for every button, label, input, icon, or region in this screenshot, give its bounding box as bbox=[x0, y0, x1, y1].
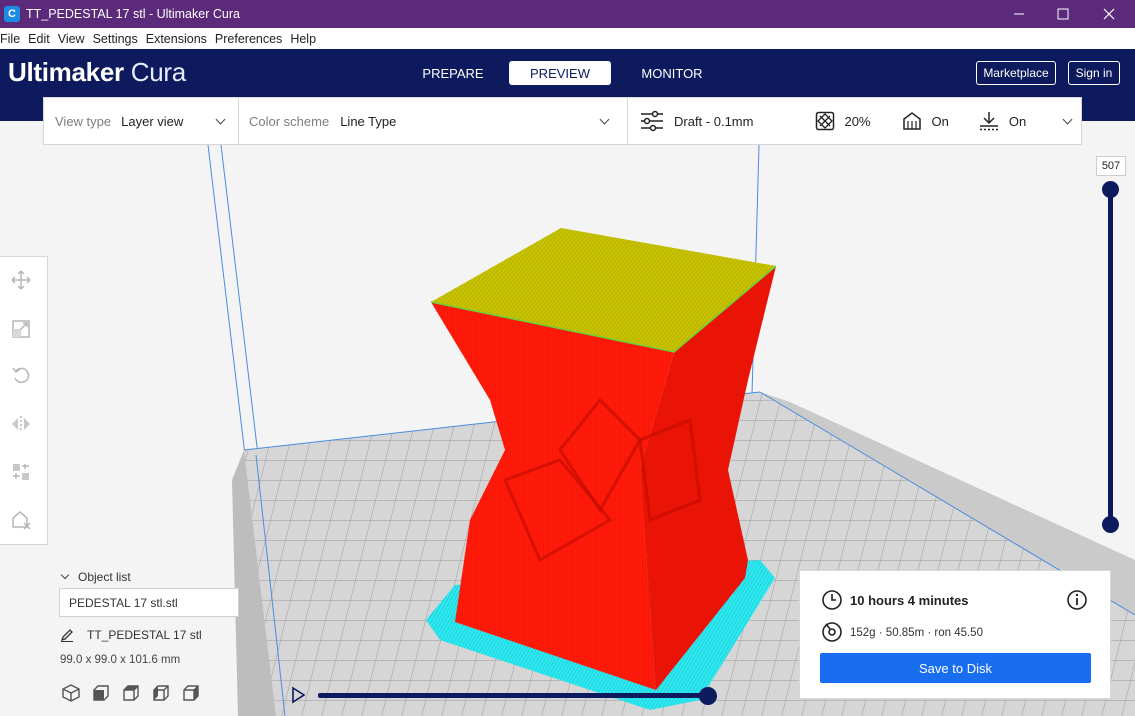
tab-preview[interactable]: PREVIEW bbox=[509, 61, 611, 85]
object-name: TT_PEDESTAL 17 stl bbox=[87, 628, 202, 642]
view-3d-button[interactable] bbox=[60, 682, 82, 704]
menu-view[interactable]: View bbox=[54, 32, 89, 46]
chevron-down-icon bbox=[599, 114, 610, 124]
object-dimensions: 99.0 x 99.0 x 101.6 mm bbox=[60, 654, 181, 666]
tab-monitor[interactable]: MONITOR bbox=[628, 61, 716, 85]
view-left-button[interactable] bbox=[150, 682, 172, 704]
print-information-panel: 10 hours 4 minutes 152g · 50.85m · ron 4… bbox=[799, 570, 1111, 699]
move-tool-button[interactable] bbox=[10, 269, 32, 291]
profile-value: Draft - 0.1mm bbox=[674, 113, 754, 129]
save-to-disk-button[interactable]: Save to Disk bbox=[820, 653, 1091, 683]
support-icon bbox=[902, 112, 921, 130]
object-list-toggle[interactable]: Object list bbox=[60, 570, 131, 584]
clock-icon bbox=[822, 590, 842, 610]
view-3d-icon bbox=[62, 684, 80, 702]
menu-bar: File Edit View Settings Extensions Prefe… bbox=[0, 28, 1135, 49]
menu-file[interactable]: File bbox=[0, 32, 24, 46]
rotate-tool-button[interactable] bbox=[10, 364, 32, 386]
color-scheme-label: Color scheme bbox=[249, 113, 330, 129]
adhesion-value: On bbox=[1008, 113, 1027, 129]
window-title: TT_PEDESTAL 17 stl - Ultimaker Cura bbox=[26, 7, 240, 21]
rotate-icon bbox=[12, 367, 30, 384]
infill-icon bbox=[816, 111, 835, 131]
tool-panel bbox=[0, 256, 48, 545]
current-layer-label: 507 bbox=[1096, 156, 1126, 176]
tab-prepare[interactable]: PREPARE bbox=[409, 61, 497, 85]
camera-view-buttons bbox=[60, 682, 202, 704]
menu-extensions[interactable]: Extensions bbox=[142, 32, 211, 46]
layer-slider-track[interactable] bbox=[1108, 190, 1113, 524]
color-scheme-value: Line Type bbox=[340, 113, 397, 129]
view-front-button[interactable] bbox=[90, 682, 112, 704]
chevron-down-icon bbox=[60, 570, 70, 580]
object-list-item[interactable]: PEDESTAL 17 stl.stl bbox=[59, 588, 239, 617]
settings-sliders-icon bbox=[641, 110, 663, 132]
minimize-button[interactable] bbox=[996, 0, 1042, 28]
minimize-icon bbox=[1014, 13, 1024, 15]
scale-icon bbox=[12, 320, 30, 338]
menu-preferences[interactable]: Preferences bbox=[211, 32, 286, 46]
view-right-button[interactable] bbox=[180, 682, 202, 704]
support-value: On bbox=[931, 113, 949, 129]
mirror-icon bbox=[12, 416, 30, 432]
print-time: 10 hours 4 minutes bbox=[850, 593, 969, 608]
preview-toolbar: View type Layer view Color scheme Line T… bbox=[43, 97, 1082, 145]
title-bar: C TT_PEDESTAL 17 stl - Ultimaker Cura bbox=[0, 0, 1135, 28]
menu-help[interactable]: Help bbox=[286, 32, 320, 46]
view-top-button[interactable] bbox=[120, 682, 142, 704]
mirror-tool-button[interactable] bbox=[10, 413, 32, 435]
menu-edit[interactable]: Edit bbox=[24, 32, 54, 46]
play-icon bbox=[292, 686, 306, 704]
menu-settings[interactable]: Settings bbox=[89, 32, 142, 46]
chevron-down-icon bbox=[1062, 114, 1073, 124]
material-usage: 152g · 50.85m · ron 45.50 bbox=[850, 627, 983, 639]
object-name-row[interactable]: TT_PEDESTAL 17 stl bbox=[60, 628, 202, 642]
sign-in-button[interactable]: Sign in bbox=[1068, 61, 1120, 85]
layer-slider-upper-handle[interactable] bbox=[1102, 181, 1119, 198]
play-simulation-button[interactable] bbox=[289, 686, 307, 704]
color-scheme-dropdown[interactable]: Color scheme Line Type bbox=[249, 98, 610, 144]
maximize-icon bbox=[1057, 8, 1069, 20]
close-icon bbox=[1103, 8, 1115, 20]
move-icon bbox=[11, 270, 31, 290]
view-top-icon bbox=[123, 685, 139, 701]
adhesion-icon bbox=[979, 112, 998, 131]
object-list-title: Object list bbox=[78, 570, 131, 584]
ultimaker-cura-logo: Ultimaker Cura bbox=[8, 57, 186, 87]
info-icon[interactable] bbox=[1066, 589, 1088, 611]
simulation-slider-track[interactable] bbox=[318, 693, 708, 698]
view-type-value: Layer view bbox=[121, 113, 184, 129]
view-type-label: View type bbox=[55, 113, 112, 129]
cura-app-icon: C bbox=[4, 6, 20, 22]
view-right-icon bbox=[183, 685, 199, 701]
maximize-button[interactable] bbox=[1040, 0, 1086, 28]
close-button[interactable] bbox=[1086, 0, 1132, 28]
marketplace-button[interactable]: Marketplace bbox=[976, 61, 1056, 85]
support-blocker-icon bbox=[12, 511, 31, 530]
layer-slider-lower-handle[interactable] bbox=[1102, 516, 1119, 533]
support-blocker-button[interactable] bbox=[10, 509, 32, 531]
filament-spool-icon bbox=[822, 622, 842, 642]
per-model-settings-icon bbox=[13, 464, 29, 480]
chevron-down-icon bbox=[215, 114, 226, 124]
infill-value: 20% bbox=[844, 113, 871, 129]
per-model-settings-button[interactable] bbox=[10, 461, 32, 483]
view-front-icon bbox=[93, 685, 109, 701]
scale-tool-button[interactable] bbox=[10, 318, 32, 340]
pencil-icon bbox=[60, 629, 73, 642]
simulation-slider-handle[interactable] bbox=[699, 687, 717, 705]
view-left-icon bbox=[153, 685, 169, 701]
print-settings-selector[interactable]: Draft - 0.1mm 20% On On bbox=[640, 98, 1073, 144]
view-type-dropdown[interactable]: View type Layer view bbox=[55, 98, 226, 144]
